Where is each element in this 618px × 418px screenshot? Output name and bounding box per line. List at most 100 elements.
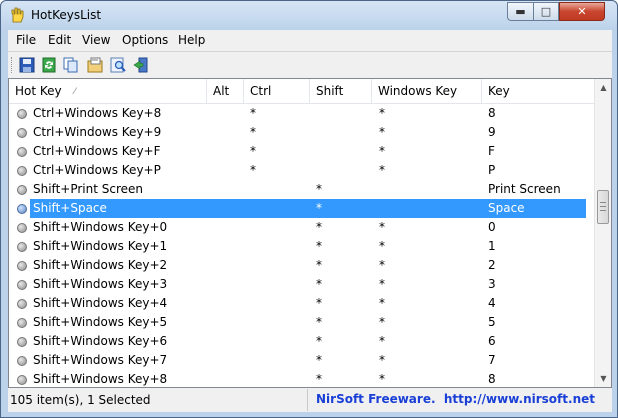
table-row[interactable]: Ctrl+Windows Key+9 * * 9 — [9, 123, 595, 142]
cell-hotkey: Ctrl+Windows Key+P — [33, 163, 161, 177]
sort-ascending-icon: ⁄ — [74, 87, 76, 97]
table-row[interactable]: Shift+Windows Key+4 * * 4 — [9, 294, 595, 313]
cell-shift: * — [316, 277, 322, 291]
table-row[interactable]: Shift+Space * Space — [9, 199, 595, 218]
table-row[interactable]: Shift+Windows Key+7 * * 7 — [9, 351, 595, 370]
status-item-count: 105 item(s), 1 Selected — [8, 389, 308, 411]
cell-key: 7 — [488, 353, 496, 367]
window-title: HotKeysList — [31, 8, 102, 22]
hotkey-bullet-icon — [17, 375, 27, 385]
cell-ctrl: * — [250, 106, 256, 120]
column-header-key[interactable]: Key — [482, 79, 595, 104]
cell-hotkey: Shift+Windows Key+5 — [33, 315, 168, 329]
cell-key: 1 — [488, 239, 496, 253]
cell-shift: * — [316, 315, 322, 329]
cell-hotkey: Shift+Space — [33, 201, 107, 215]
table-row[interactable]: Shift+Windows Key+6 * * 6 — [9, 332, 595, 351]
find-icon[interactable] — [109, 56, 127, 74]
maximize-button[interactable]: □ — [533, 2, 559, 21]
hotkey-bullet-icon — [17, 318, 27, 328]
cell-key: 2 — [488, 258, 496, 272]
menu-file[interactable]: File — [16, 33, 36, 47]
hotkey-bullet-icon — [17, 166, 27, 176]
table-row[interactable]: Shift+Windows Key+0 * * 0 — [9, 218, 595, 237]
minimize-button[interactable]: ▬ — [507, 2, 533, 21]
save-icon[interactable] — [18, 56, 36, 74]
table-row[interactable]: Ctrl+Windows Key+F * * F — [9, 142, 595, 161]
cell-hotkey: Shift+Windows Key+1 — [33, 239, 168, 253]
column-header-windows-key[interactable]: Windows Key — [372, 79, 482, 104]
cell-shift: * — [316, 258, 322, 272]
column-header-ctrl[interactable]: Ctrl — [244, 79, 310, 104]
cell-shift: * — [316, 239, 322, 253]
menu-edit[interactable]: Edit — [48, 33, 71, 47]
cell-win: * — [379, 144, 385, 158]
scrollbar-grip-icon — [600, 202, 606, 211]
cell-key: 4 — [488, 296, 496, 310]
hotkey-bullet-icon — [17, 128, 27, 138]
properties-icon[interactable] — [86, 56, 104, 74]
hotkey-bullet-icon — [17, 261, 27, 271]
cell-key: 8 — [488, 106, 496, 120]
column-header-shift[interactable]: Shift — [310, 79, 372, 104]
scroll-down-arrow-icon[interactable]: ▼ — [595, 370, 611, 387]
toolbar-grip[interactable] — [11, 57, 13, 73]
cell-hotkey: Shift+Windows Key+0 — [33, 220, 168, 234]
cell-ctrl: * — [250, 144, 256, 158]
scrollbar-thumb[interactable] — [597, 190, 609, 224]
cell-ctrl: * — [250, 163, 256, 177]
cell-win: * — [379, 106, 385, 120]
cell-hotkey: Shift+Windows Key+2 — [33, 258, 168, 272]
cell-hotkey: Shift+Windows Key+6 — [33, 334, 168, 348]
hotkey-bullet-icon — [17, 280, 27, 290]
cell-key: P — [488, 163, 496, 177]
vertical-scrollbar[interactable]: ▲ ▼ — [594, 79, 611, 387]
cell-shift: * — [316, 220, 322, 234]
cell-key: 0 — [488, 220, 496, 234]
cell-win: * — [379, 163, 385, 177]
cell-hotkey: Shift+Windows Key+3 — [33, 277, 168, 291]
close-icon: ✕ — [577, 5, 587, 18]
column-header-label: Hot Key — [15, 84, 62, 98]
exit-icon[interactable] — [132, 56, 150, 74]
cell-hotkey: Ctrl+Windows Key+8 — [33, 106, 162, 120]
table-row[interactable]: Shift+Windows Key+5 * * 5 — [9, 313, 595, 332]
hotkey-bullet-icon — [17, 147, 27, 157]
menu-help[interactable]: Help — [178, 33, 205, 47]
cell-win: * — [379, 372, 385, 386]
table-row[interactable]: Shift+Print Screen * Print Screen — [9, 180, 595, 199]
refresh-icon[interactable] — [40, 56, 58, 74]
cell-shift: * — [316, 353, 322, 367]
client-area: File Edit View Options Help Hot Key ⁄ Al… — [8, 30, 612, 412]
cell-hotkey: Ctrl+Windows Key+F — [33, 144, 161, 158]
cell-hotkey: Shift+Windows Key+7 — [33, 353, 168, 367]
cell-win: * — [379, 239, 385, 253]
hotkey-bullet-icon — [17, 185, 27, 195]
cell-hotkey: Shift+Windows Key+8 — [33, 372, 168, 386]
cell-shift: * — [316, 201, 322, 215]
cell-shift: * — [316, 334, 322, 348]
cell-win: * — [379, 220, 385, 234]
app-hand-icon — [11, 7, 24, 23]
menu-options[interactable]: Options — [122, 33, 168, 47]
table-row[interactable]: Shift+Windows Key+8 * * 8 — [9, 370, 595, 387]
table-row[interactable]: Ctrl+Windows Key+8 * * 8 — [9, 104, 595, 123]
table-row[interactable]: Ctrl+Windows Key+P * * P — [9, 161, 595, 180]
cell-win: * — [379, 125, 385, 139]
table-row[interactable]: Shift+Windows Key+1 * * 1 — [9, 237, 595, 256]
cell-key: Print Screen — [488, 182, 561, 196]
menu-view[interactable]: View — [82, 33, 110, 47]
scroll-up-arrow-icon[interactable]: ▲ — [595, 79, 611, 96]
hotkeys-list[interactable]: Hot Key ⁄ Alt Ctrl Shift Windows Key Key… — [8, 78, 612, 388]
menu-bar: File Edit View Options Help — [8, 30, 612, 50]
column-header-alt[interactable]: Alt — [207, 79, 244, 104]
table-row[interactable]: Shift+Windows Key+2 * * 2 — [9, 256, 595, 275]
maximize-icon: □ — [540, 5, 552, 18]
title-bar[interactable]: HotKeysList ▬ □ ✕ — [1, 1, 617, 30]
copy-icon[interactable] — [62, 56, 80, 74]
nirsoft-link[interactable]: NirSoft Freeware. http://www.nirsoft.net — [310, 389, 612, 411]
close-button[interactable]: ✕ — [559, 2, 605, 21]
table-row[interactable]: Shift+Windows Key+3 * * 3 — [9, 275, 595, 294]
column-header-hot-key[interactable]: Hot Key ⁄ — [9, 79, 207, 104]
cell-shift: * — [316, 182, 322, 196]
